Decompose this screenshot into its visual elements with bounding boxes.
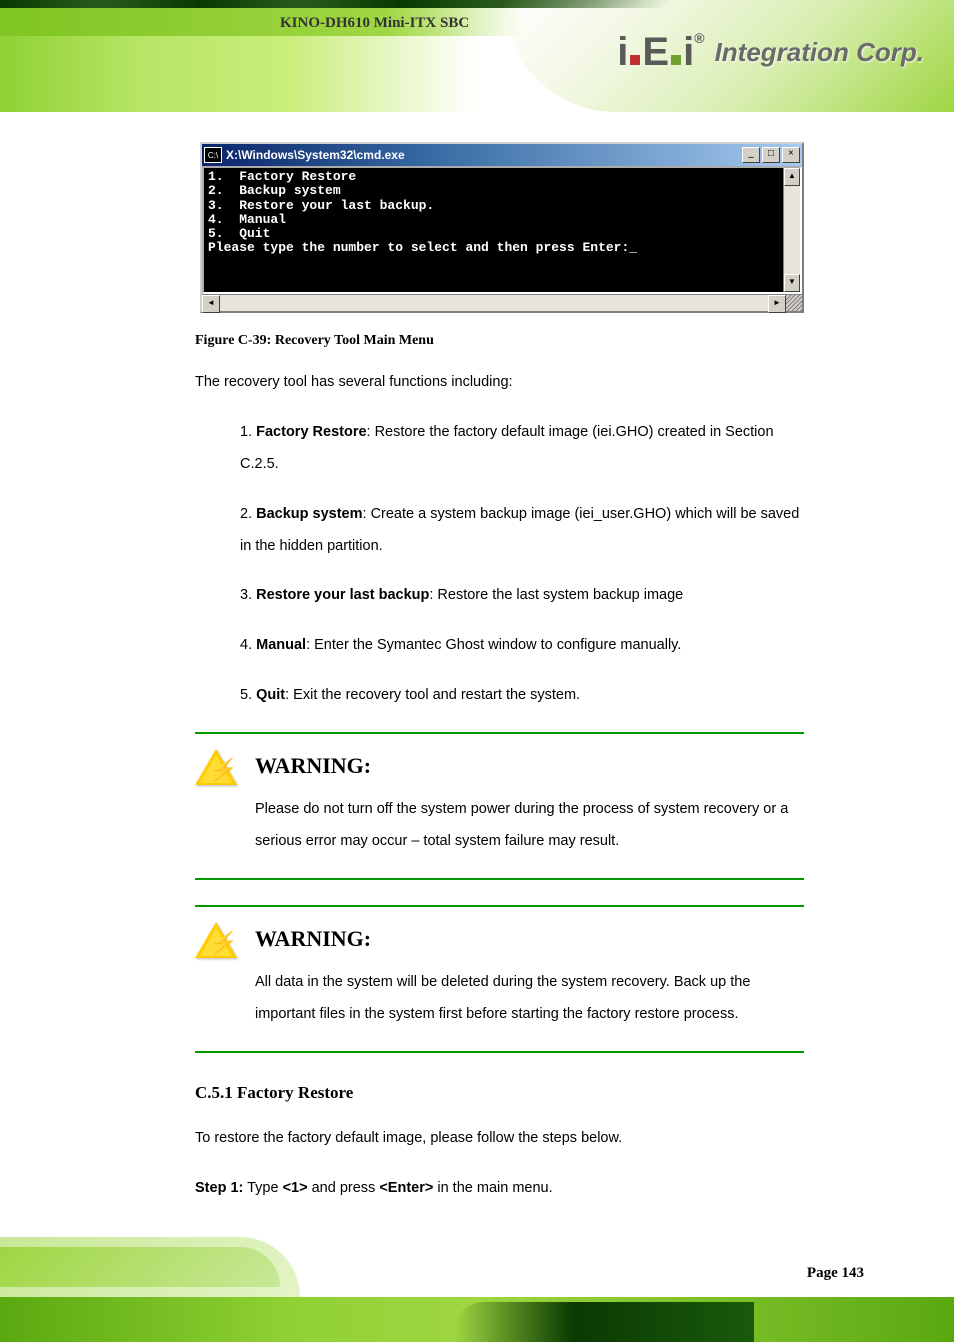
warning-icon: ⚡ (195, 922, 237, 958)
close-button[interactable]: × (782, 147, 800, 163)
item-num: 1. (240, 424, 252, 440)
scroll-left-icon[interactable]: ◄ (202, 295, 220, 313)
page-number: Page 143 (807, 1265, 864, 1282)
bottom-curve-inner (0, 1247, 280, 1287)
body-text-2: To restore the factory default image, pl… (195, 1123, 804, 1155)
step-text-a: Type (247, 1180, 282, 1196)
list-item-4: 4. Manual: Enter the Symantec Ghost wind… (240, 630, 804, 662)
cmd-title: X:\Windows\System32\cmd.exe (226, 148, 742, 162)
cmd-titlebar: C:\ X:\Windows\System32\cmd.exe _ □ × (202, 144, 802, 166)
item-num: 5. (240, 687, 252, 703)
window-controls: _ □ × (742, 147, 800, 163)
scroll-right-icon[interactable]: ► (768, 295, 786, 313)
warning-text-1: Please do not turn off the system power … (255, 794, 804, 858)
item-desc: : Restore the last system backup image (429, 587, 683, 603)
maximize-button[interactable]: □ (762, 147, 780, 163)
item-num: 3. (240, 587, 252, 603)
cmd-line-2: 2. Backup system (208, 183, 341, 198)
item-title: Quit (256, 687, 285, 703)
item-title: Factory Restore (256, 424, 366, 440)
figure-caption: Figure C-39: Recovery Tool Main Menu (195, 333, 804, 349)
manual-title: KINO-DH610 Mini-ITX SBC (280, 15, 469, 32)
cmd-line-6: Please type the number to select and the… (208, 240, 637, 255)
resize-grip-icon[interactable] (786, 295, 802, 311)
top-banner: KINO-DH610 Mini-ITX SBC iEi® Integration… (0, 0, 954, 112)
cmd-body: 1. Factory Restore 2. Backup system 3. R… (204, 168, 783, 292)
step-key-2: <Enter> (379, 1180, 433, 1196)
logo-text: Integration Corp. (715, 37, 924, 68)
scroll-down-icon[interactable]: ▼ (784, 274, 800, 292)
logo-area: iEi® Integration Corp. (617, 30, 924, 75)
warning-icon: ⚡ (195, 749, 237, 785)
list-item-2: 2. Backup system: Create a system backup… (240, 499, 804, 563)
warning-box-2: ⚡ WARNING: All data in the system will b… (195, 905, 804, 1053)
item-title: Backup system (256, 506, 362, 522)
cmd-line-4: 4. Manual (208, 212, 286, 227)
scroll-up-icon[interactable]: ▲ (784, 168, 800, 186)
page-content: C:\ X:\Windows\System32\cmd.exe _ □ × 1.… (0, 112, 954, 1342)
warning-label: WARNING: (255, 926, 804, 952)
cmd-icon: C:\ (204, 147, 222, 163)
logo-iei-icon: iEi® (617, 30, 704, 75)
item-title: Manual (256, 637, 306, 653)
section-heading: C.5.1 Factory Restore (195, 1083, 804, 1103)
warning-box-1: ⚡ WARNING: Please do not turn off the sy… (195, 732, 804, 880)
list-item-5: 5. Quit: Exit the recovery tool and rest… (240, 680, 804, 712)
scroll-track-v[interactable] (784, 186, 800, 274)
warning-text-2: All data in the system will be deleted d… (255, 967, 804, 1031)
warning-label: WARNING: (255, 753, 804, 779)
item-desc: : Enter the Symantec Ghost window to con… (306, 637, 681, 653)
list-item-1: 1. Factory Restore: Restore the factory … (240, 417, 804, 481)
cmd-window: C:\ X:\Windows\System32\cmd.exe _ □ × 1.… (200, 142, 804, 313)
cmd-line-1: 1. Factory Restore (208, 169, 356, 184)
step-text-c: in the main menu. (433, 1180, 552, 1196)
step-prefix: Step 1: (195, 1180, 243, 1196)
item-num: 2. (240, 506, 252, 522)
minimize-button[interactable]: _ (742, 147, 760, 163)
horizontal-scrollbar[interactable]: ◄ ► (202, 294, 802, 311)
vertical-scrollbar[interactable]: ▲ ▼ (783, 168, 800, 292)
item-num: 4. (240, 637, 252, 653)
step-text-b: and press (308, 1180, 380, 1196)
cmd-line-3: 3. Restore your last backup. (208, 198, 434, 213)
cmd-line-5: 5. Quit (208, 226, 270, 241)
bottom-dark-curve (454, 1302, 754, 1342)
step-1: Step 1: Type <1> and press <Enter> in th… (195, 1173, 804, 1205)
scroll-track-h[interactable] (220, 295, 768, 311)
cmd-body-wrap: 1. Factory Restore 2. Backup system 3. R… (202, 166, 802, 294)
list-item-3: 3. Restore your last backup: Restore the… (240, 580, 804, 612)
item-desc: : Exit the recovery tool and restart the… (285, 687, 580, 703)
intro-text: The recovery tool has several functions … (195, 367, 804, 399)
item-title: Restore your last backup (256, 587, 429, 603)
bottom-banner: Page 143 (0, 1222, 954, 1342)
step-key-1: <1> (283, 1180, 308, 1196)
